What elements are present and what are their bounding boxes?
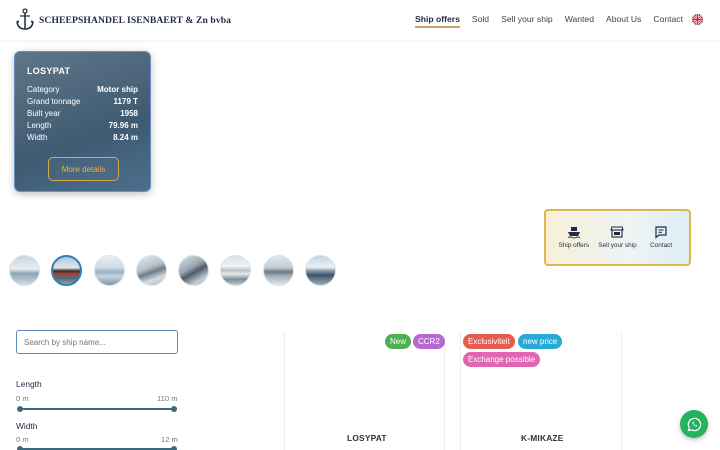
quick-links-panel: Ship offers Sell your ship Contact (544, 209, 691, 266)
spec-row: Width 8.24 m (27, 132, 138, 144)
site-header: SCHEEPSHANDEL ISENBAERT & Zn bvba Ship o… (0, 0, 720, 40)
featured-ship-card: LOSYPAT Category Motor ship Grand tonnag… (14, 51, 151, 192)
nav-sold[interactable]: Sold (472, 14, 489, 24)
ship-thumbnail[interactable] (305, 255, 337, 286)
length-filter-title: Length (16, 379, 42, 389)
quick-link-label: Sell your ship (598, 242, 637, 249)
ship-thumbnail[interactable] (93, 255, 125, 286)
quick-link-ship-offers[interactable]: Ship offers (554, 225, 594, 250)
more-details-button[interactable]: More details (48, 157, 119, 181)
whatsapp-icon (687, 417, 701, 431)
spec-row: Grand tonnage 1179 T (27, 96, 138, 108)
spec-label: Length (27, 121, 52, 130)
badge-new: New (385, 334, 412, 349)
quick-link-label: Ship offers (558, 242, 590, 249)
spec-value: 79.96 m (108, 121, 138, 130)
spec-label: Category (27, 85, 60, 94)
width-filter-title: Width (16, 421, 38, 431)
uk-flag-icon[interactable] (692, 14, 703, 25)
ship-thumbnail[interactable] (9, 255, 40, 286)
store-icon (610, 226, 625, 238)
length-min-label: 0 m (16, 394, 29, 403)
listing-card[interactable]: New CCR2 LOSYPAT (284, 332, 445, 450)
nav-contact[interactable]: Contact (653, 14, 683, 24)
spec-row: Built year 1958 (27, 108, 138, 120)
ship-icon (567, 227, 581, 239)
brand-name: SCHEEPSHANDEL ISENBAERT & Zn bvba (39, 14, 232, 26)
quick-link-contact[interactable]: Contact (641, 225, 681, 250)
badge-exchange-possible: Exchange possible (463, 352, 541, 367)
listing-ship-name[interactable]: LOSYPAT (347, 433, 387, 443)
spec-value: 1179 T (113, 97, 138, 106)
width-slider-max-handle[interactable] (171, 446, 177, 450)
quick-link-sell-your-ship[interactable]: Sell your ship (597, 225, 637, 250)
ship-thumbnail[interactable] (51, 255, 83, 286)
width-max-label: 12 m (161, 435, 178, 444)
nav-ship-offers[interactable]: Ship offers (415, 14, 460, 28)
ship-thumbnail[interactable] (178, 255, 210, 286)
nav-about-us[interactable]: About Us (606, 14, 641, 24)
ship-thumbnail[interactable] (262, 255, 294, 286)
length-max-label: 110 m (157, 394, 178, 403)
length-slider-track[interactable] (20, 408, 174, 410)
spec-label: Grand tonnage (27, 97, 81, 106)
length-slider-min-handle[interactable] (17, 406, 23, 412)
listing-ship-name[interactable]: K-MIKAZE (521, 433, 564, 443)
spec-row: Category Motor ship (27, 84, 138, 96)
whatsapp-button[interactable] (680, 410, 708, 438)
width-slider-min-handle[interactable] (17, 446, 23, 450)
length-slider-max-handle[interactable] (171, 406, 177, 412)
brand-logo[interactable]: SCHEEPSHANDEL ISENBAERT & Zn bvba (14, 8, 231, 32)
nav-wanted[interactable]: Wanted (565, 14, 594, 24)
nav-sell-your-ship[interactable]: Sell your ship (501, 14, 553, 24)
spec-row: Length 79.96 m (27, 120, 138, 132)
spec-value: 8.24 m (113, 133, 138, 142)
featured-ship-name: LOSYPAT (27, 66, 71, 76)
spec-value: Motor ship (97, 85, 138, 94)
badge-new-price: new price (518, 334, 563, 349)
badge-ccr2: CCR2 (413, 334, 445, 349)
spec-label: Built year (27, 109, 61, 118)
spec-value: 1958 (120, 109, 138, 118)
width-min-label: 0 m (16, 435, 29, 444)
quick-link-label: Contact (650, 242, 673, 249)
ship-thumbnail[interactable] (220, 255, 252, 286)
thumbnail-carousel (9, 255, 347, 286)
ship-thumbnail[interactable] (135, 255, 167, 286)
spec-label: Width (27, 133, 48, 142)
ship-search-input[interactable] (16, 330, 178, 354)
anchor-icon (16, 8, 34, 30)
main-nav: Ship offers Sold Sell your ship Wanted A… (415, 14, 695, 28)
listing-card[interactable]: Exclusiviteit new price Exchange possibl… (460, 332, 622, 450)
chat-icon (655, 226, 667, 239)
badge-exclusiviteit: Exclusiviteit (463, 334, 515, 349)
